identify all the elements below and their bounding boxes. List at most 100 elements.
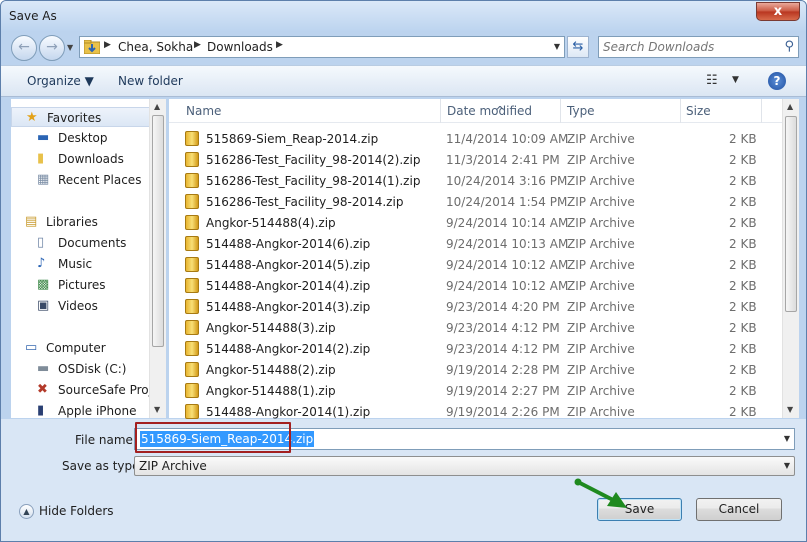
search-icon[interactable]: ⚲ — [784, 39, 794, 54]
file-date-modified: 10/24/2014 3:16 PM — [446, 174, 568, 188]
refresh-button[interactable]: ⇆ — [567, 36, 589, 58]
nav-item-favorites[interactable]: ★ Favorites — [11, 107, 151, 127]
zip-file-icon — [185, 236, 199, 251]
file-name: Angkor-514488(2).zip — [206, 363, 336, 377]
forward-button[interactable]: → — [39, 35, 65, 61]
scroll-up-icon[interactable]: ▲ — [154, 102, 160, 111]
zip-file-icon — [185, 278, 199, 293]
view-options-dropdown-icon[interactable]: ▼ — [732, 75, 739, 85]
nav-item-osdisk-c[interactable]: ▬ OSDisk (C:) — [11, 359, 151, 379]
file-row[interactable]: 514488-Angkor-2014(3).zip 9/23/2014 4:20 … — [169, 296, 781, 317]
nav-item-documents[interactable]: ▯ Documents — [11, 233, 151, 253]
file-row[interactable]: 516286-Test_Facility_98-2014(1).zip 10/24… — [169, 170, 781, 191]
file-size: 2 KB — [729, 237, 757, 251]
address-row: ← → ▼ ▶ Chea, Sokha ▶ Downloads ▶ ▼ ⇆ ⚲ — [1, 31, 806, 63]
downloads-folder-icon — [84, 40, 100, 54]
videos-icon: ▣ — [37, 298, 50, 313]
save-as-type-dropdown-icon[interactable]: ▼ — [784, 461, 790, 470]
nav-item-desktop[interactable]: ▬ Desktop — [11, 128, 151, 148]
file-date-modified: 9/23/2014 4:20 PM — [446, 300, 560, 314]
file-row[interactable]: Angkor-514488(2).zip 9/19/2014 2:28 PM ZIP… — [169, 359, 781, 380]
nav-item-sourcesafe-proje[interactable]: ✖ SourceSafe Proje — [11, 380, 151, 400]
file-row[interactable]: Angkor-514488(3).zip 9/23/2014 4:12 PM ZIP… — [169, 317, 781, 338]
network-drive-icon: ✖ — [37, 382, 48, 397]
file-row[interactable]: 514488-Angkor-2014(5).zip 9/24/2014 10:12… — [169, 254, 781, 275]
file-size: 2 KB — [729, 300, 757, 314]
hide-folders-button[interactable]: ▲ Hide Folders — [19, 504, 114, 519]
file-name: Angkor-514488(3).zip — [206, 321, 336, 335]
search-box[interactable]: ⚲ — [598, 36, 799, 58]
back-button[interactable]: ← — [11, 35, 37, 61]
zip-file-icon — [185, 362, 199, 377]
file-name-dropdown-icon[interactable]: ▼ — [784, 434, 790, 443]
save-as-type-select[interactable]: ZIP Archive ▼ — [134, 456, 795, 476]
recent-pages-dropdown-icon[interactable]: ▼ — [67, 43, 73, 52]
breadcrumb-downloads[interactable]: Downloads — [207, 40, 273, 54]
file-name: 516286-Test_Facility_98-2014(1).zip — [206, 174, 421, 188]
breadcrumb-separator-icon[interactable]: ▶ — [194, 40, 201, 50]
nav-item-libraries[interactable]: ▤ Libraries — [11, 212, 151, 232]
file-size: 2 KB — [729, 321, 757, 335]
zip-file-icon — [185, 299, 199, 314]
address-bar[interactable]: ▶ Chea, Sokha ▶ Downloads ▶ ▼ — [79, 36, 565, 58]
scroll-up-icon[interactable]: ▲ — [787, 102, 793, 111]
nav-item-computer[interactable]: ▭ Computer — [11, 338, 151, 358]
close-button[interactable]: x — [756, 2, 800, 21]
file-row[interactable]: 516286-Test_Facility_98-2014(2).zip 11/3/… — [169, 149, 781, 170]
column-divider[interactable] — [761, 99, 762, 123]
nav-item-apple-iphone[interactable]: ▮ Apple iPhone — [11, 401, 151, 421]
star-icon: ★ — [26, 110, 38, 125]
file-date-modified: 9/23/2014 4:12 PM — [446, 321, 560, 335]
file-list-scrollbar[interactable]: ▲ ▼ — [782, 99, 799, 418]
scrollbar-thumb[interactable] — [152, 115, 164, 347]
scrollbar-thumb[interactable] — [785, 116, 797, 312]
organize-menu-button[interactable]: Organize ▼ — [27, 74, 94, 88]
libraries-icon: ▤ — [25, 214, 38, 229]
file-row[interactable]: 514488-Angkor-2014(4).zip 9/24/2014 10:12… — [169, 275, 781, 296]
file-row[interactable]: Angkor-514488(1).zip 9/19/2014 2:27 PM ZIP… — [169, 380, 781, 401]
nav-item-videos[interactable]: ▣ Videos — [11, 296, 151, 316]
file-size: 2 KB — [729, 279, 757, 293]
hide-folders-label: Hide Folders — [39, 504, 114, 518]
file-name: 514488-Angkor-2014(1).zip — [206, 405, 371, 419]
column-divider[interactable] — [440, 99, 441, 123]
file-name-label: File name: — [75, 433, 137, 447]
breadcrumb-separator-icon[interactable]: ▶ — [276, 40, 283, 50]
file-row[interactable]: 514488-Angkor-2014(6).zip 9/24/2014 10:13… — [169, 233, 781, 254]
column-divider[interactable] — [680, 99, 681, 123]
file-row[interactable]: 514488-Angkor-2014(2).zip 9/23/2014 4:12 … — [169, 338, 781, 359]
nav-item-pictures[interactable]: ▩ Pictures — [11, 275, 151, 295]
file-row[interactable]: 515869-Siem_Reap-2014.zip 11/4/2014 10:09… — [169, 128, 781, 149]
zip-file-icon — [185, 152, 199, 167]
new-folder-button[interactable]: New folder — [118, 74, 183, 88]
scroll-down-icon[interactable]: ▼ — [154, 405, 160, 414]
view-options-icon[interactable]: ☷ — [706, 73, 718, 88]
refresh-icon: ⇆ — [572, 39, 584, 54]
phone-icon: ▮ — [37, 403, 45, 418]
file-name: 515869-Siem_Reap-2014.zip — [206, 132, 379, 146]
zip-file-icon — [185, 404, 199, 419]
column-header-date[interactable]: Date modified — [447, 104, 532, 118]
column-header-name[interactable]: Name — [186, 104, 221, 118]
column-divider[interactable] — [560, 99, 561, 123]
breadcrumb-separator-icon[interactable]: ▶ — [104, 40, 111, 50]
nav-item-music[interactable]: ♪ Music — [11, 254, 151, 274]
file-row[interactable]: 516286-Test_Facility_98-2014.zip 10/24/20… — [169, 191, 781, 212]
file-size: 2 KB — [729, 195, 757, 209]
nav-item-label: Apple iPhone — [58, 404, 137, 418]
address-history-dropdown-icon[interactable]: ▼ — [554, 42, 560, 51]
cancel-button[interactable]: Cancel — [696, 498, 782, 521]
navigation-pane-scrollbar[interactable]: ▲ ▼ — [149, 99, 166, 418]
file-size: 2 KB — [729, 174, 757, 188]
breadcrumb-user[interactable]: Chea, Sokha — [118, 40, 193, 54]
nav-item-label: OSDisk (C:) — [58, 362, 127, 376]
nav-item-label: Videos — [58, 299, 98, 313]
search-input[interactable] — [603, 39, 773, 55]
nav-item-recent-places[interactable]: ▦ Recent Places — [11, 170, 151, 190]
nav-item-downloads[interactable]: ▮ Downloads — [11, 149, 151, 169]
scroll-down-icon[interactable]: ▼ — [787, 405, 793, 414]
column-header-type[interactable]: Type — [567, 104, 595, 118]
column-header-size[interactable]: Size — [686, 104, 711, 118]
file-row[interactable]: Angkor-514488(4).zip 9/24/2014 10:14 AM ZI… — [169, 212, 781, 233]
help-icon[interactable]: ? — [768, 72, 786, 90]
